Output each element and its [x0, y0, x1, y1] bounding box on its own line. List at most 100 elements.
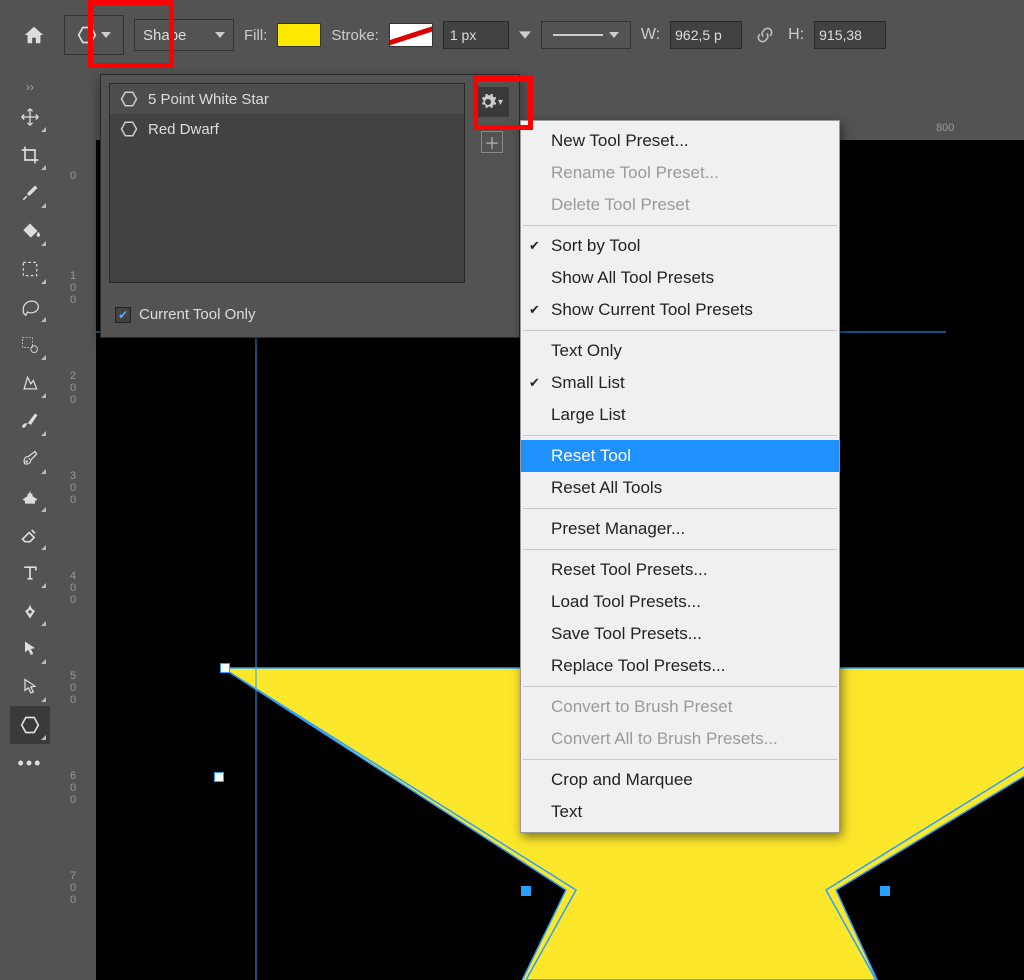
hexagon-icon	[120, 120, 138, 138]
preset-flyout-menu: New Tool Preset...Rename Tool Preset...D…	[520, 120, 840, 833]
clone-stamp-tool[interactable]	[10, 478, 50, 516]
hexagon-icon	[77, 25, 97, 45]
home-icon	[23, 24, 45, 46]
chevron-down-icon[interactable]	[519, 29, 531, 41]
paint-bucket-tool-icon	[20, 221, 40, 241]
menu-item[interactable]: Small List	[521, 367, 839, 399]
menu-item[interactable]: Save Tool Presets...	[521, 618, 839, 650]
toolbar-collapse-toggle[interactable]: ››	[18, 76, 42, 98]
ruler-tick: 800	[936, 122, 954, 134]
paint-bucket-tool[interactable]	[10, 212, 50, 250]
ruler-tick: 500	[70, 670, 76, 706]
more-tools[interactable]: •••	[10, 744, 50, 782]
eyedropper-tool-icon	[20, 183, 40, 203]
brush-tool[interactable]	[10, 402, 50, 440]
type-tool-icon	[20, 563, 40, 583]
width-label: W:	[641, 26, 660, 44]
eraser-tool-icon	[20, 525, 40, 545]
menu-item[interactable]: Show Current Tool Presets	[521, 294, 839, 326]
stroke-color-swatch[interactable]	[389, 23, 433, 47]
eraser-tool[interactable]	[10, 516, 50, 554]
preset-item-label: Red Dwarf	[148, 121, 219, 138]
lasso-tool[interactable]	[10, 288, 50, 326]
menu-separator	[523, 759, 837, 760]
menu-item[interactable]: Replace Tool Presets...	[521, 650, 839, 682]
crop-tool-icon	[20, 145, 40, 165]
transform-handle[interactable]	[214, 772, 224, 782]
new-preset-button[interactable]: ＋	[481, 131, 503, 153]
menu-item[interactable]: Show All Tool Presets	[521, 262, 839, 294]
fill-color-swatch[interactable]	[277, 23, 321, 47]
move-tool-icon	[20, 107, 40, 127]
direct-select-tool-icon	[20, 677, 40, 697]
menu-separator	[523, 435, 837, 436]
chevron-down-icon	[101, 30, 111, 40]
spot-healing-tool[interactable]	[10, 440, 50, 478]
preset-item[interactable]: 5 Point White Star	[110, 84, 464, 114]
menu-item[interactable]: Reset All Tools	[521, 472, 839, 504]
preset-flyout-menu-button[interactable]: ▾	[473, 87, 509, 117]
stroke-width-input[interactable]: 1 px	[443, 21, 509, 49]
home-button[interactable]	[14, 15, 54, 55]
direct-select-tool[interactable]	[10, 668, 50, 706]
marquee-tool-icon	[20, 259, 40, 279]
crop-tool[interactable]	[10, 136, 50, 174]
type-tool[interactable]	[10, 554, 50, 592]
transform-handle[interactable]	[220, 663, 230, 673]
menu-separator	[523, 549, 837, 550]
solid-line-icon	[553, 34, 603, 36]
tools-panel: ›› •••	[0, 70, 60, 909]
eyedropper-tool[interactable]	[10, 174, 50, 212]
menu-item[interactable]: Text	[521, 796, 839, 828]
preset-item[interactable]: Red Dwarf	[110, 114, 464, 144]
menu-item: Convert All to Brush Presets...	[521, 723, 839, 755]
menu-item[interactable]: Large List	[521, 399, 839, 431]
ruler-tick: 0	[70, 170, 76, 182]
transform-handle[interactable]	[521, 886, 531, 896]
menu-item[interactable]: Preset Manager...	[521, 513, 839, 545]
ruler-tick: 200	[70, 370, 76, 406]
flyout-arrow-icon: ▾	[498, 97, 503, 108]
width-input[interactable]: 962,5 p	[670, 21, 742, 49]
preset-list[interactable]: 5 Point White Star Red Dwarf	[109, 83, 465, 283]
object-select-tool[interactable]	[10, 364, 50, 402]
tool-preset-dropdown: 5 Point White Star Red Dwarf ▾ ＋ ✔ Curren…	[100, 74, 520, 338]
stroke-width-value: 1 px	[450, 27, 476, 43]
menu-item[interactable]: Reset Tool	[521, 440, 839, 472]
ruler-vertical[interactable]: 0100200300400500600700	[68, 140, 96, 909]
chevron-down-icon	[609, 30, 619, 40]
lasso-tool-icon	[20, 297, 40, 317]
menu-item: Convert to Brush Preset	[521, 691, 839, 723]
polygon-shape-tool[interactable]	[10, 706, 50, 744]
menu-item[interactable]: Reset Tool Presets...	[521, 554, 839, 586]
move-tool[interactable]	[10, 98, 50, 136]
tool-preset-picker[interactable]	[64, 15, 124, 55]
current-tool-only-checkbox[interactable]: ✔	[115, 307, 131, 323]
quick-select-tool-icon	[20, 335, 40, 355]
menu-item[interactable]: Load Tool Presets...	[521, 586, 839, 618]
menu-item: Rename Tool Preset...	[521, 157, 839, 189]
tool-mode-select[interactable]: Shape	[134, 19, 234, 51]
menu-item[interactable]: New Tool Preset...	[521, 125, 839, 157]
ruler-tick: 400	[70, 570, 76, 606]
height-label: H:	[788, 26, 804, 44]
stroke-style-select[interactable]	[541, 21, 631, 49]
marquee-tool[interactable]	[10, 250, 50, 288]
menu-item[interactable]: Text Only	[521, 335, 839, 367]
height-input[interactable]: 915,38	[814, 21, 886, 49]
hexagon-icon	[120, 90, 138, 108]
menu-item[interactable]: Crop and Marquee	[521, 764, 839, 796]
quick-select-tool[interactable]	[10, 326, 50, 364]
stroke-label: Stroke:	[331, 27, 379, 44]
link-dimensions-icon[interactable]	[752, 25, 778, 45]
pen-tool-icon	[20, 601, 40, 621]
menu-separator	[523, 686, 837, 687]
pen-tool[interactable]	[10, 592, 50, 630]
ruler-tick: 700	[70, 870, 76, 906]
transform-handle[interactable]	[880, 886, 890, 896]
menu-item[interactable]: Sort by Tool	[521, 230, 839, 262]
current-tool-only-label: Current Tool Only	[139, 306, 255, 323]
path-select-tool[interactable]	[10, 630, 50, 668]
path-select-tool-icon	[20, 639, 40, 659]
menu-separator	[523, 508, 837, 509]
